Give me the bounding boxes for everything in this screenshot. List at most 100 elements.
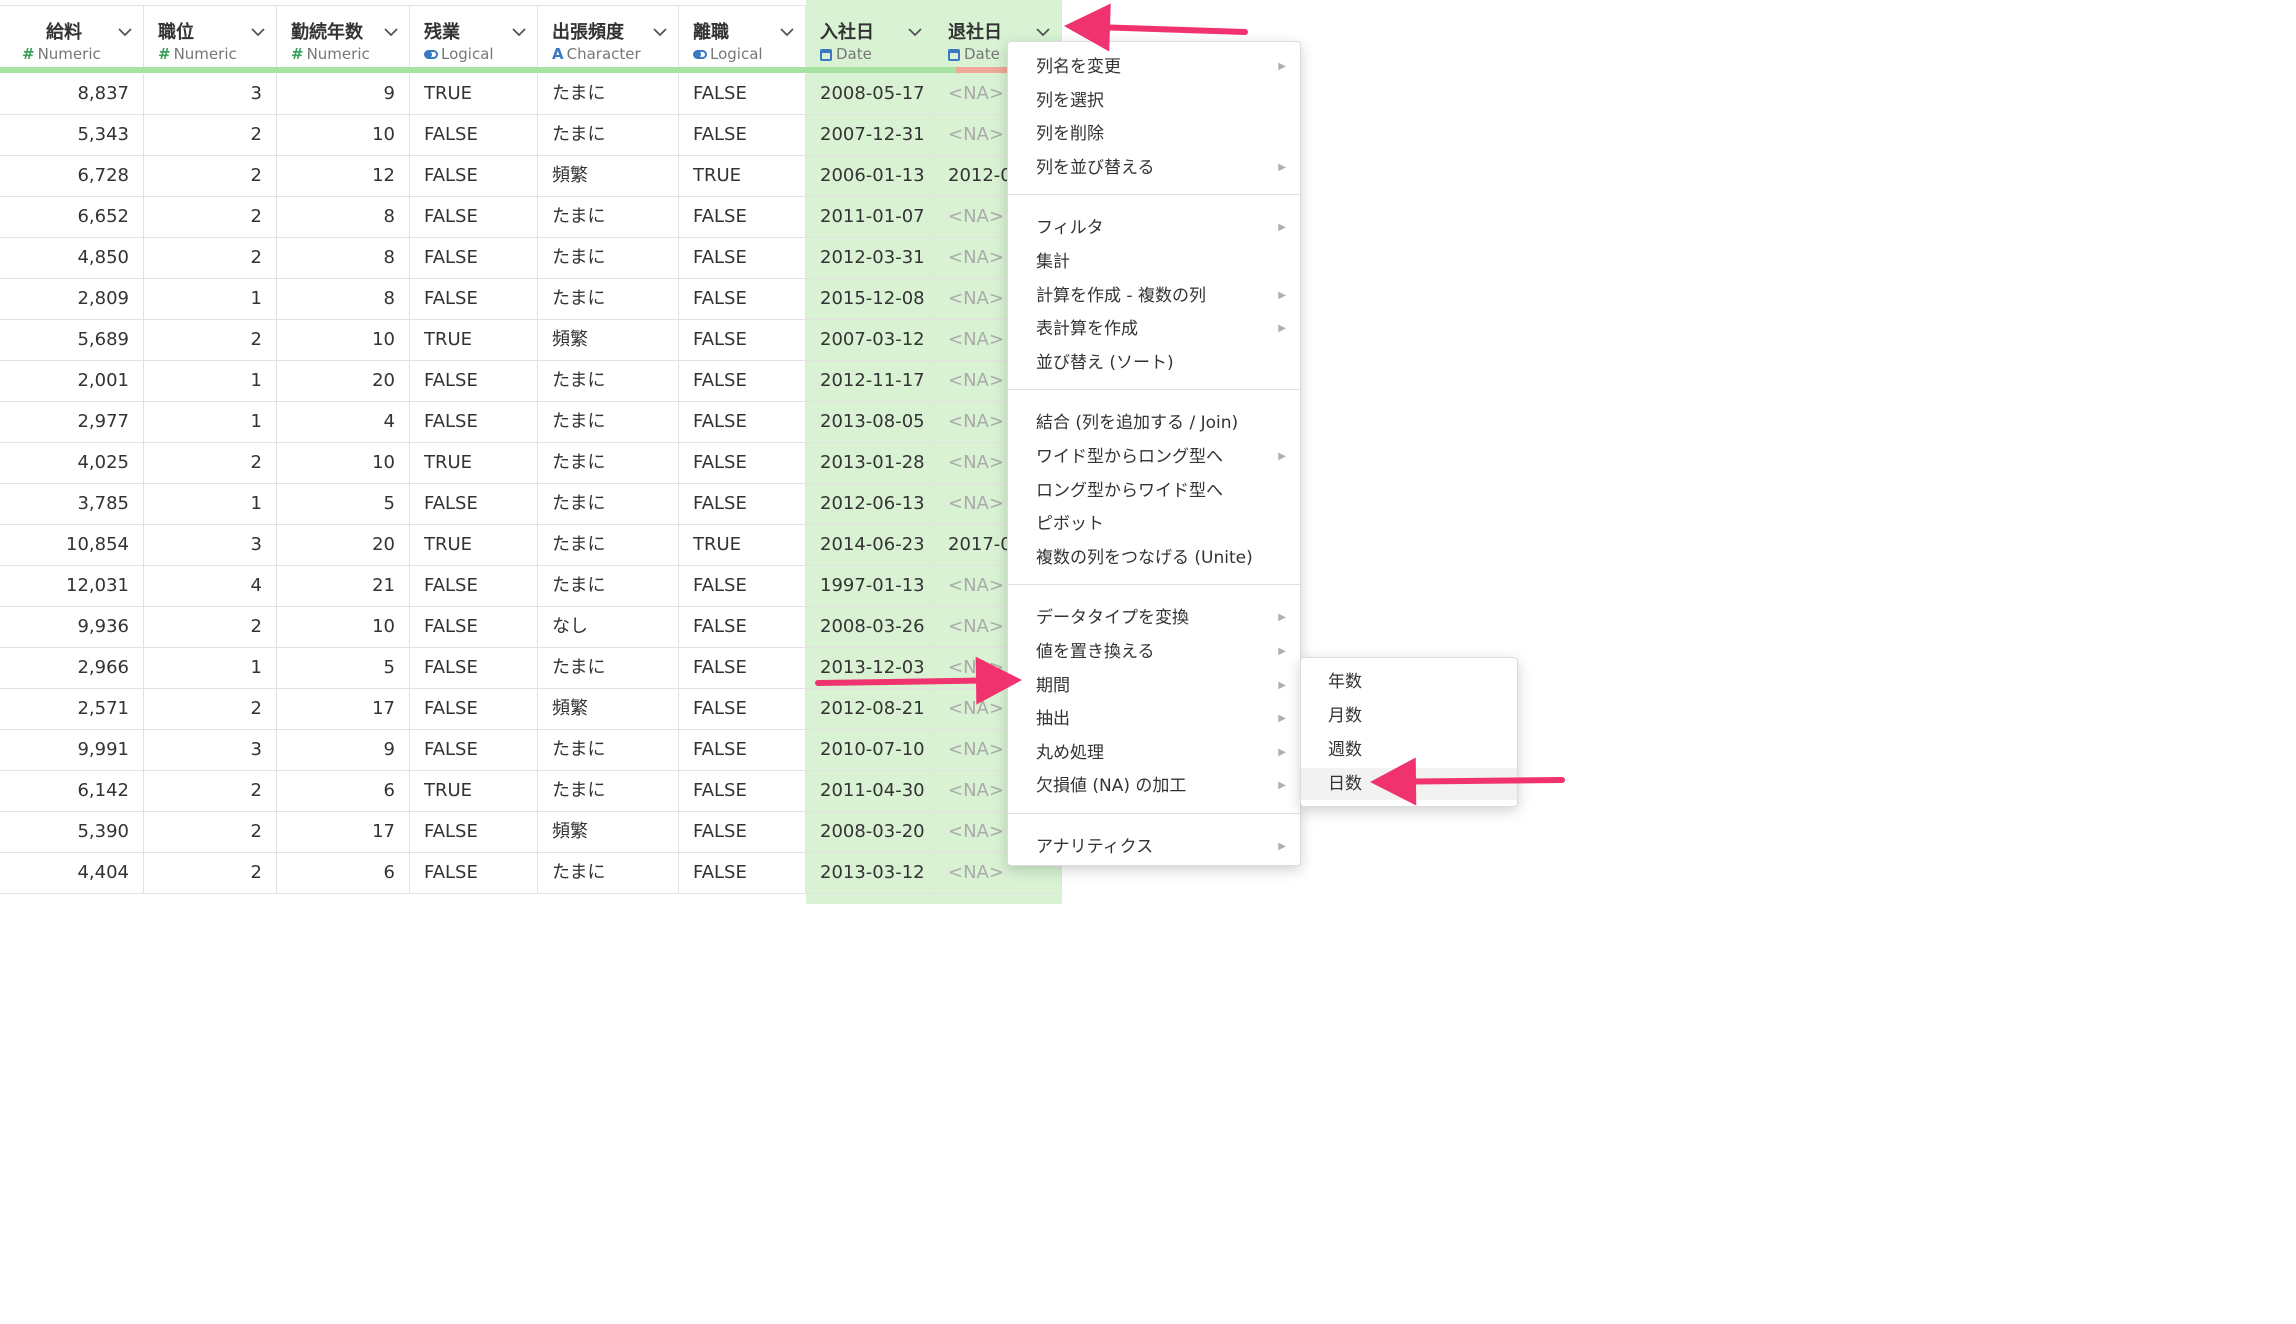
chevron-down-icon[interactable]	[511, 26, 527, 38]
column-type: Date	[948, 45, 1000, 63]
chevron-down-icon[interactable]	[1035, 26, 1051, 38]
table-cell: 2,809	[0, 279, 144, 320]
menu-item-label: 計算を作成 - 複数の列	[1036, 285, 1206, 306]
menu-item[interactable]: 集計	[1008, 246, 1300, 278]
menu-item[interactable]: 列名を変更 ▶	[1008, 51, 1300, 83]
table-cell: 2	[144, 812, 277, 853]
table-cell: 8	[277, 279, 410, 320]
table-cell: 10,854	[0, 525, 144, 566]
menu-item[interactable]: フィルタ ▶	[1008, 212, 1300, 244]
menu-item-label: アナリティクス	[1036, 837, 1154, 857]
menu-item[interactable]: 抽出 ▶	[1008, 703, 1300, 735]
table-cell: FALSE	[679, 320, 806, 361]
table-cell: 2012-06-13	[806, 484, 934, 525]
chevron-right-icon: ▶	[1278, 713, 1286, 725]
chevron-right-icon: ▶	[1278, 222, 1286, 234]
table-cell: 3	[144, 730, 277, 771]
chevron-right-icon: ▶	[1278, 323, 1286, 335]
menu-item-label: 抽出	[1036, 709, 1070, 730]
menu-item[interactable]: ワイド型からロング型へ ▶	[1008, 441, 1300, 473]
submenu-item[interactable]: 日数	[1301, 768, 1517, 800]
menu-item-label: フィルタ	[1036, 218, 1104, 239]
menu-item[interactable]: 列を並び替える ▶	[1008, 152, 1300, 184]
chevron-down-icon[interactable]	[250, 26, 266, 38]
column-header[interactable]: 残業 Logical	[410, 6, 538, 68]
column-6: 離職 Logical FALSE FALSE TRUE FALSE FALSE FALSE FA…	[679, 0, 806, 904]
column-context-menu: 列名を変更 ▶ 列を選択 列を削除 列を並び替える ▶ フィルタ ▶ 集計計算を作成 - 複数の…	[1007, 41, 1301, 866]
table-cell: 頻繁	[538, 812, 679, 853]
chevron-down-icon[interactable]	[779, 26, 795, 38]
table-cell: 4	[144, 566, 277, 607]
menu-item[interactable]: アナリティクス ▶	[1008, 831, 1300, 863]
column-type-label: Numeric	[173, 45, 237, 63]
column-header[interactable]: 出張頻度 A Character	[538, 6, 679, 68]
menu-item[interactable]: 列を選択	[1008, 85, 1300, 117]
table-cell: 1	[144, 279, 277, 320]
menu-item[interactable]: 複数の列をつなげる (Unite)	[1008, 542, 1300, 574]
submenu-item[interactable]: 週数	[1301, 734, 1517, 766]
chevron-right-icon: ▶	[1278, 646, 1286, 657]
column-type-label: Date	[964, 45, 1000, 63]
column-header[interactable]: 入社日 Date	[806, 6, 934, 68]
table-cell: FALSE	[679, 484, 806, 525]
menu-item-label: ワイド型からロング型へ	[1036, 447, 1223, 467]
menu-item[interactable]: ピボット	[1008, 508, 1300, 540]
table-cell: 12	[277, 156, 410, 197]
logical-icon	[693, 50, 707, 59]
chevron-down-icon[interactable]	[652, 26, 668, 38]
table-cell: たまに	[538, 566, 679, 607]
submenu-item[interactable]: 年数	[1301, 666, 1517, 698]
table-cell: 9	[277, 74, 410, 115]
table-cell: 2013-08-05	[806, 402, 934, 443]
menu-item-label: 結合 (列を追加する / Join)	[1036, 413, 1239, 434]
menu-item[interactable]: 値を置き換える ▶	[1008, 636, 1300, 668]
menu-item[interactable]: 表計算を作成 ▶	[1008, 313, 1300, 345]
column-header[interactable]: 離職 Logical	[679, 6, 806, 68]
table-cell: 2013-01-28	[806, 443, 934, 484]
table-cell: 2007-03-12	[806, 320, 934, 361]
submenu-item-label: 年数	[1328, 672, 1362, 692]
table-cell: FALSE	[410, 197, 538, 238]
table-cell: FALSE	[410, 279, 538, 320]
table-cell: FALSE	[410, 238, 538, 279]
table-cell: 2013-03-12	[806, 853, 934, 894]
table-cell: 20	[277, 525, 410, 566]
menu-item[interactable]: 結合 (列を追加する / Join)	[1008, 407, 1300, 439]
menu-item[interactable]: ロング型からワイド型へ	[1008, 475, 1300, 507]
table-cell: FALSE	[410, 812, 538, 853]
table-cell: TRUE	[410, 771, 538, 812]
menu-item[interactable]: 列を削除	[1008, 118, 1300, 150]
chevron-down-icon[interactable]	[117, 26, 133, 38]
table-cell: FALSE	[410, 402, 538, 443]
submenu-item[interactable]: 月数	[1301, 700, 1517, 732]
table-cell: 2007-12-31	[806, 115, 934, 156]
column-header[interactable]: 給料 # Numeric	[0, 6, 144, 68]
chevron-down-icon[interactable]	[383, 26, 399, 38]
menu-item[interactable]: 計算を作成 - 複数の列 ▶	[1008, 280, 1300, 312]
table-cell: たまに	[538, 74, 679, 115]
menu-item[interactable]: 期間 ▶	[1008, 670, 1300, 702]
column-header[interactable]: 職位 # Numeric	[144, 6, 277, 68]
table-cell: 6	[277, 771, 410, 812]
menu-item[interactable]: データタイプを変換 ▶	[1008, 602, 1300, 634]
menu-item[interactable]: 並び替え (ソート)	[1008, 347, 1300, 379]
column-quality-bar	[144, 67, 277, 73]
menu-item-label: 表計算を作成	[1036, 319, 1138, 340]
table-cell: FALSE	[679, 197, 806, 238]
menu-item-label: 集計	[1036, 252, 1070, 272]
table-cell: 2	[144, 238, 277, 279]
table-cell: 3	[144, 525, 277, 566]
table-cell: FALSE	[679, 279, 806, 320]
column-header[interactable]: 勤続年数 # Numeric	[277, 6, 410, 68]
date-icon	[948, 48, 960, 61]
chevron-down-icon[interactable]	[907, 26, 923, 38]
table-cell: FALSE	[679, 238, 806, 279]
menu-item[interactable]: 欠損値 (NA) の加工 ▶	[1008, 770, 1300, 802]
menu-separator	[1008, 584, 1300, 586]
column-quality-bar	[806, 67, 934, 73]
table-cell: 9	[277, 730, 410, 771]
menu-item[interactable]: 丸め処理 ▶	[1008, 737, 1300, 769]
table-cell: 5	[277, 648, 410, 689]
table-cell: 2014-06-23	[806, 525, 934, 566]
chevron-right-icon: ▶	[1278, 679, 1286, 691]
